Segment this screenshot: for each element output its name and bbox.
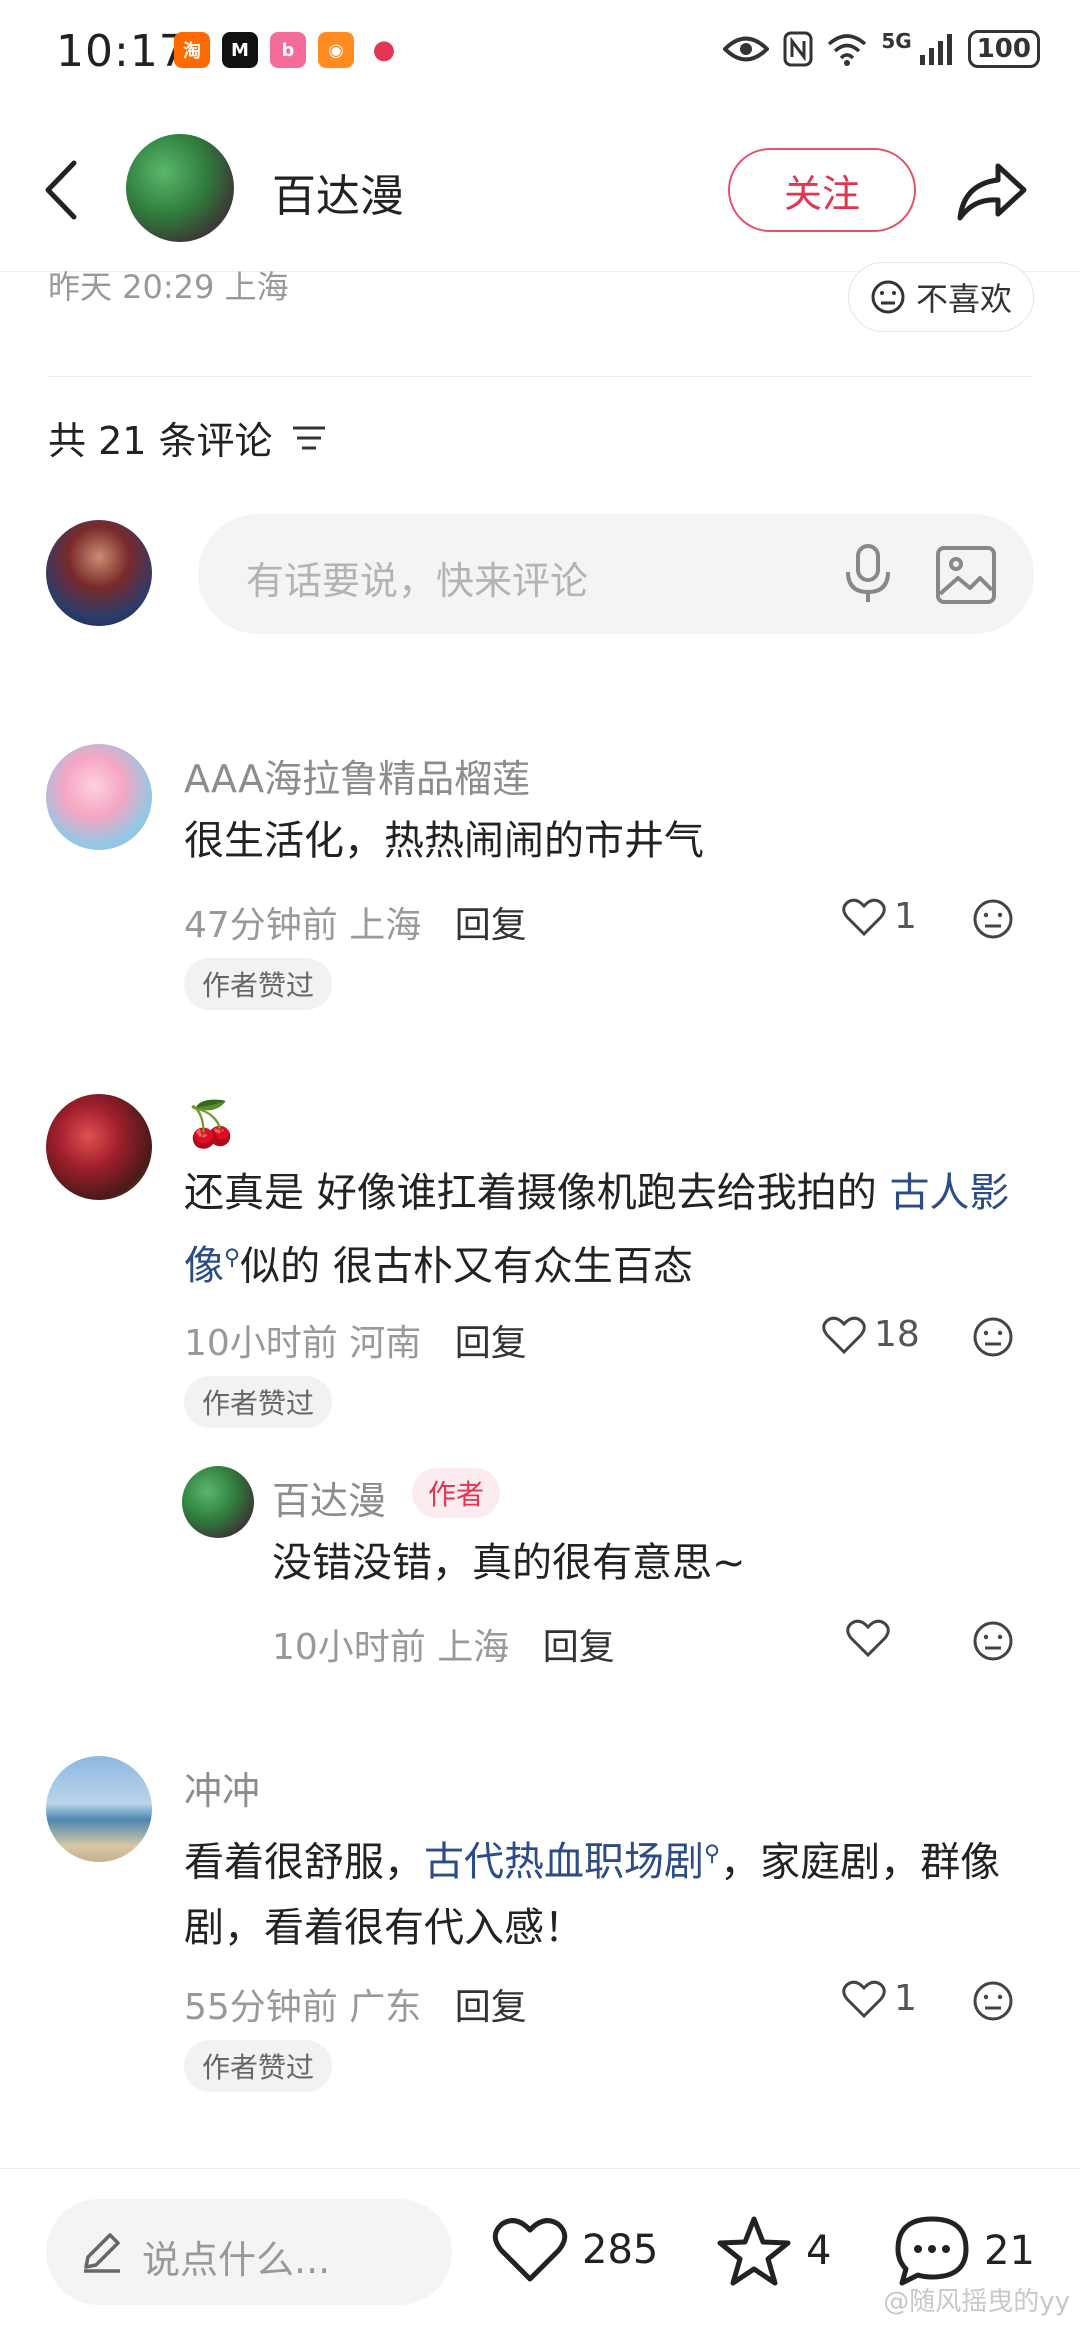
comment-text-part: 看着很舒服， (184, 1839, 424, 1886)
meh-face-icon[interactable] (972, 1620, 1014, 1662)
back-icon[interactable] (36, 155, 86, 225)
comment-input[interactable]: 有话要说，快来评论 (198, 514, 1034, 634)
like-count: 1 (894, 1978, 917, 2019)
commenter-name[interactable]: 冲冲 (184, 1760, 260, 1815)
status-indicators: 5G 100 (723, 29, 1040, 68)
signal-icon (919, 34, 952, 65)
commenter-name[interactable]: AAA海拉鲁精品榴莲 (184, 748, 530, 803)
comment-time-location: 55分钟前 广东 (184, 1987, 422, 2028)
comment-count-row: 共 21 条评论 (48, 410, 327, 465)
status-bar: 10:17 淘 M b ◉ ● 5G 100 (0, 0, 1080, 100)
like-count: 18 (874, 1314, 920, 1355)
bilibili-icon: b (270, 32, 306, 68)
dislike-button[interactable]: 不喜欢 (848, 262, 1034, 332)
like-button[interactable] (846, 1618, 890, 1658)
post-comment-count: 21 (984, 2228, 1035, 2274)
post-collect-count: 4 (806, 2228, 832, 2274)
comment-bubble-icon (895, 2216, 969, 2286)
like-button[interactable]: 1 (842, 896, 917, 937)
post-timestamp-location: 昨天 20:29 上海 (48, 268, 289, 306)
heart-icon (842, 1980, 886, 2018)
reply-author-avatar[interactable] (182, 1466, 254, 1538)
comment-text[interactable]: 还真是 好像谁扛着摄像机跑去给我拍的 古人影像⚲似的 很古朴又有众生百态 (184, 1160, 1030, 1299)
follow-button[interactable]: 关注 (728, 148, 916, 232)
eye-icon (723, 36, 770, 62)
sort-filter-icon[interactable] (291, 423, 327, 453)
author-name[interactable]: 百达漫 (272, 160, 404, 224)
reply-button[interactable]: 回复 (455, 1987, 527, 2028)
image-icon[interactable] (934, 544, 998, 606)
meh-face-icon[interactable] (972, 1316, 1014, 1358)
comment-meta: 10小时前 河南 回复 (184, 1314, 527, 1366)
post-header: 百达漫 关注 (0, 100, 1080, 272)
author-liked-badge: 作者赞过 (184, 958, 333, 1010)
status-app-icons: 淘 M b ◉ ● (174, 32, 402, 68)
meh-face-icon[interactable] (972, 898, 1014, 940)
comment-text-part: 似的 很古朴又有众生百态 (240, 1243, 693, 1290)
reply-meta: 10小时前 上海 回复 (272, 1618, 615, 1670)
dislike-label: 不喜欢 (915, 280, 1012, 318)
heart-icon (822, 1316, 866, 1354)
comment-count-label: 共 21 条评论 (48, 419, 273, 463)
comment-text[interactable]: 看着很舒服，古代热血职场剧⚲，家庭剧，群像剧，看着很有代入感！ (184, 1822, 1030, 1961)
like-count: 1 (894, 896, 917, 937)
wifi-icon (828, 34, 867, 66)
heart-icon (842, 898, 886, 936)
star-icon (717, 2216, 791, 2286)
heart-icon (846, 1619, 890, 1658)
commenter-avatar[interactable] (46, 1756, 152, 1862)
orange-app-icon: ◉ (318, 32, 354, 68)
nfc-icon (783, 31, 813, 67)
reply-author-name[interactable]: 百达漫 (272, 1470, 386, 1525)
reply-button[interactable]: 回复 (455, 1323, 527, 1364)
heart-icon (492, 2218, 568, 2282)
watermark: @随风摇曳的yy (883, 2287, 1070, 2317)
reply-button[interactable]: 回复 (455, 905, 527, 946)
share-icon[interactable] (952, 152, 1032, 232)
reply-button[interactable]: 回复 (543, 1627, 615, 1668)
my-avatar (46, 520, 152, 626)
commenter-name[interactable]: 🍒 (184, 1098, 239, 1150)
say-something-placeholder: 说点什么... (142, 2238, 331, 2282)
meh-face-icon (871, 280, 905, 314)
post-like-count: 285 (582, 2227, 659, 2273)
network-label: 5G (881, 29, 912, 53)
divider (48, 376, 1032, 377)
meh-face-icon[interactable] (972, 1980, 1014, 2022)
commenter-avatar[interactable] (46, 744, 152, 850)
comment-meta: 47分钟前 上海 回复 (184, 896, 527, 948)
microphone-icon[interactable] (838, 542, 898, 606)
author-liked-badge: 作者赞过 (184, 2040, 333, 2092)
bottom-action-bar: 说点什么... 285 4 21 @随风摇曳的yy (0, 2168, 1080, 2340)
comment-meta: 55分钟前 广东 回复 (184, 1978, 527, 2030)
comment-time-location: 10小时前 河南 (184, 1323, 422, 1364)
author-avatar[interactable] (126, 134, 234, 242)
comment-text[interactable]: 很生活化，热热闹闹的市井气 (184, 808, 704, 874)
comment-text-part: 还真是 好像谁扛着摄像机跑去给我拍的 (184, 1170, 890, 1216)
comment-input-placeholder: 有话要说，快来评论 (246, 559, 589, 603)
reply-time-location: 10小时前 上海 (272, 1627, 510, 1668)
say-something-input[interactable]: 说点什么... (46, 2199, 452, 2305)
like-button[interactable]: 1 (842, 1978, 917, 2019)
comment-search-link[interactable]: 古代热血职场剧⚲ (424, 1839, 720, 1885)
post-collect-button[interactable]: 4 (716, 2215, 831, 2287)
author-liked-badge: 作者赞过 (184, 1376, 333, 1428)
like-button[interactable]: 18 (822, 1314, 920, 1355)
status-time: 10:17 (56, 26, 188, 77)
moji-icon: M (222, 32, 258, 68)
author-tag: 作者 (412, 1468, 501, 1518)
taobao-icon: 淘 (174, 32, 210, 68)
red-app-icon: ● (366, 32, 402, 68)
post-comment-button[interactable]: 21 (894, 2215, 1035, 2287)
post-like-button[interactable]: 285 (492, 2215, 658, 2285)
comment-time-location: 47分钟前 上海 (184, 905, 422, 946)
search-icon: ⚲ (704, 1842, 721, 1867)
reply-text[interactable]: 没错没错，真的很有意思~ (272, 1530, 746, 1596)
battery-indicator: 100 (967, 30, 1040, 68)
search-icon: ⚲ (224, 1246, 241, 1271)
comment-link-text: 古代热血职场剧 (424, 1839, 704, 1886)
pencil-icon (84, 2233, 120, 2273)
commenter-avatar[interactable] (46, 1094, 152, 1200)
